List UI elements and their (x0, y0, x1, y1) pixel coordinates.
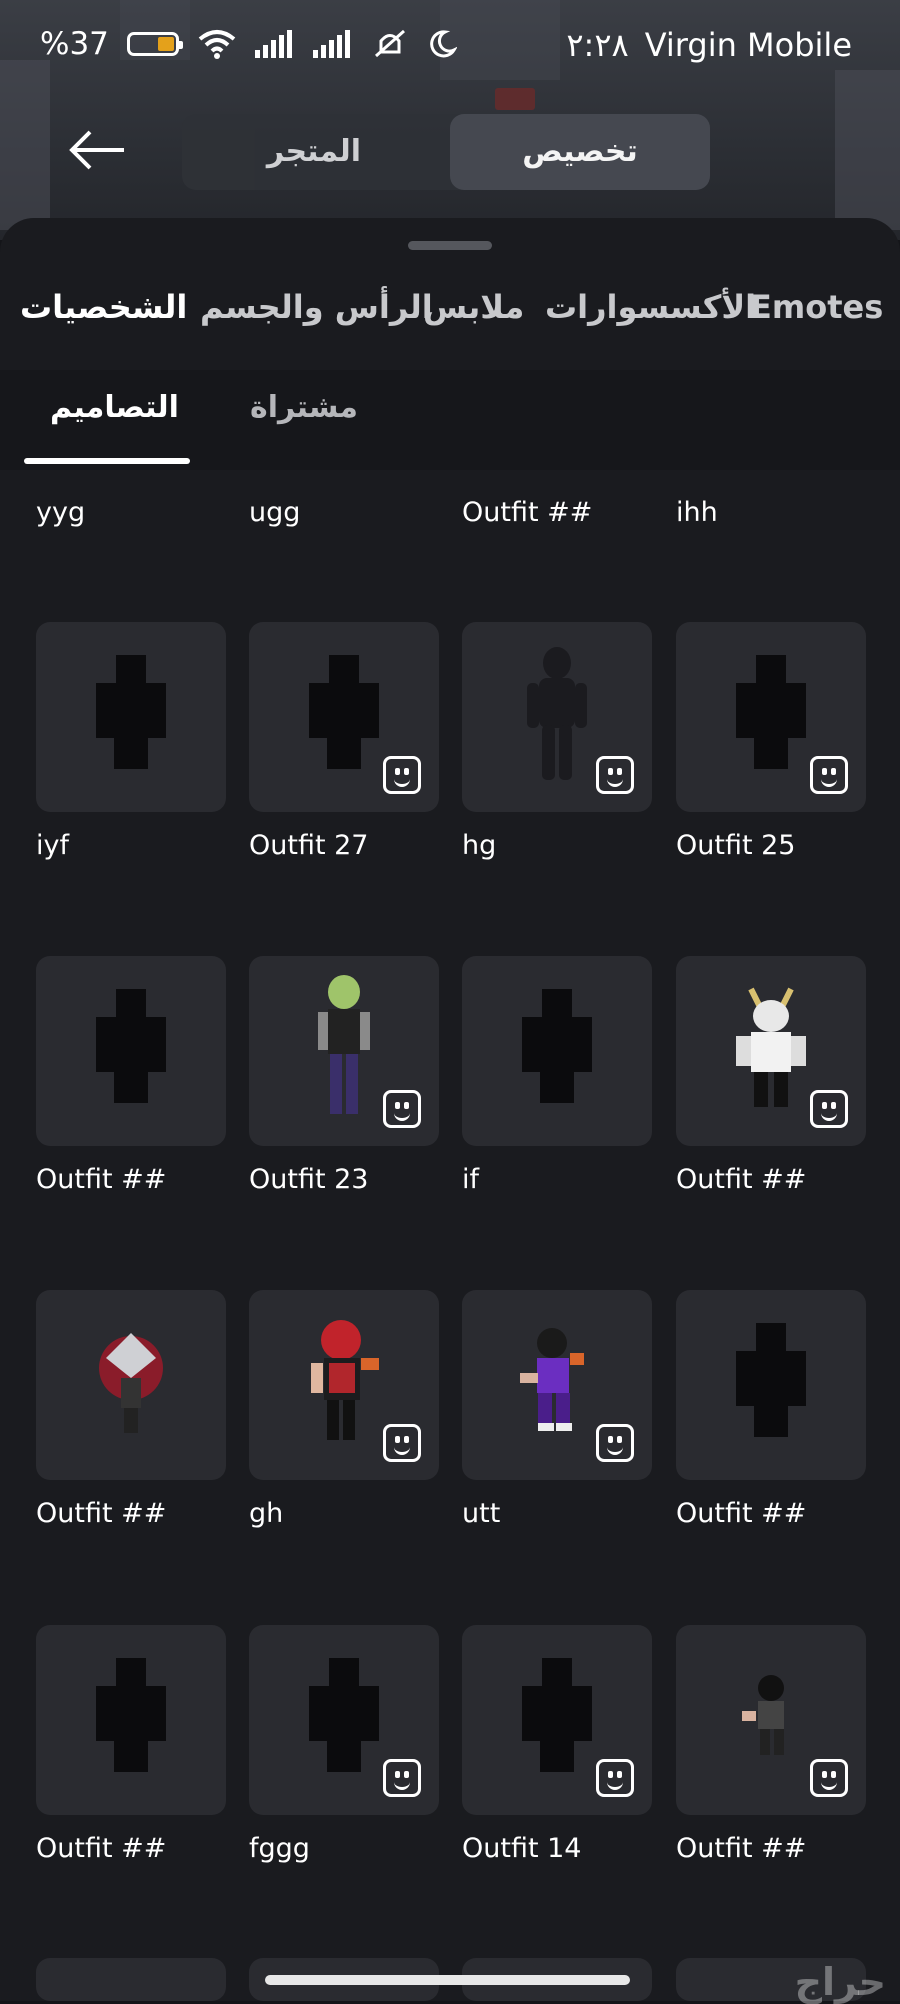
avatar-thumbnail (86, 655, 176, 779)
wifi-icon (198, 30, 236, 59)
avatar-thumbnail (512, 1323, 602, 1447)
status-bar: %37 ٢:٢٨ Virgin Mobile (0, 0, 900, 95)
mute-icon (374, 29, 405, 58)
outfit-name: Outfit ## (676, 1498, 807, 1529)
outfit-name: ugg (249, 497, 301, 528)
category-clothing[interactable]: ملابس (423, 288, 524, 326)
outfit-name: Outfit ## (36, 1498, 167, 1529)
emote-smiley-icon (383, 756, 421, 794)
outfit-card[interactable] (462, 622, 652, 812)
outfit-card[interactable] (36, 622, 226, 812)
outfit-card[interactable] (676, 1290, 866, 1480)
outfit-name: Outfit ## (462, 497, 593, 528)
category-head-body[interactable]: الرأس والجسم (200, 288, 433, 326)
avatar-thumbnail (726, 1323, 816, 1447)
outfit-card[interactable] (249, 1290, 439, 1480)
avatar-thumbnail (736, 1673, 806, 1767)
avatar-thumbnail (512, 1658, 602, 1782)
top-bar: المتجر تخصيص (0, 110, 900, 190)
outfit-name: Outfit 23 (249, 1164, 369, 1195)
category-characters[interactable]: الشخصيات (20, 288, 187, 326)
sub-tabs: التصاميم مشتراة (0, 370, 900, 470)
emote-smiley-icon (810, 756, 848, 794)
avatar-thumbnail (86, 989, 176, 1113)
avatar-thumbnail (314, 974, 374, 1128)
outfit-name: Outfit ## (36, 1833, 167, 1864)
category-emotes[interactable]: Emotes (750, 288, 883, 326)
emote-smiley-icon (596, 1424, 634, 1462)
carrier-name: Virgin Mobile (644, 26, 852, 64)
emote-smiley-icon (383, 1424, 421, 1462)
outfit-card[interactable] (36, 1625, 226, 1815)
emote-smiley-icon (383, 1090, 421, 1128)
outfit-card[interactable] (676, 622, 866, 812)
outfit-card[interactable] (462, 956, 652, 1146)
outfit-name: Outfit ## (36, 1164, 167, 1195)
battery-percent: %37 (40, 26, 109, 62)
home-indicator[interactable] (265, 1975, 630, 1985)
avatar-thumbnail (721, 984, 821, 1118)
outfit-name: iyf (36, 830, 69, 861)
subtab-purchased[interactable]: مشتراة (250, 390, 358, 425)
outfit-card[interactable] (249, 1625, 439, 1815)
active-tab-indicator (24, 458, 190, 464)
outfit-card[interactable] (676, 1625, 866, 1815)
avatar-thumbnail (86, 1328, 176, 1442)
outfit-name: fggg (249, 1833, 310, 1864)
battery-icon (126, 32, 183, 56)
emote-smiley-icon (810, 1090, 848, 1128)
drag-handle[interactable] (408, 241, 492, 250)
subtab-creations[interactable]: التصاميم (50, 390, 179, 425)
back-arrow-icon[interactable] (68, 128, 128, 172)
outfit-name: ihh (676, 497, 718, 528)
outfit-name: Outfit ## (676, 1164, 807, 1195)
outfit-card[interactable] (36, 1290, 226, 1480)
outfit-card[interactable] (462, 1625, 652, 1815)
outfit-card[interactable] (36, 1958, 226, 2001)
mode-toggle: المتجر تخصيص (182, 114, 710, 190)
emote-smiley-icon (596, 1759, 634, 1797)
outfit-name: yyg (36, 497, 86, 528)
emote-smiley-icon (383, 1759, 421, 1797)
outfit-card[interactable] (36, 956, 226, 1146)
category-tabs: Emotes الأكسسوارات ملابس الرأس والجسم ال… (0, 288, 900, 368)
outfit-name: Outfit 25 (676, 830, 796, 861)
clock: ٢:٢٨ (566, 26, 629, 64)
avatar-thumbnail (726, 655, 816, 779)
tab-customize[interactable]: تخصيص (450, 114, 710, 190)
avatar-thumbnail (299, 1658, 389, 1782)
outfit-name: hg (462, 830, 497, 861)
watermark: حراج (794, 1960, 886, 2004)
avatar-thumbnail (522, 645, 592, 789)
outfit-name: utt (462, 1498, 501, 1529)
avatar-thumbnail (512, 989, 602, 1113)
outfit-name: gh (249, 1498, 284, 1529)
outfit-card[interactable] (462, 1290, 652, 1480)
signal-icon-2 (312, 30, 350, 58)
outfit-card[interactable] (249, 622, 439, 812)
outfit-name: Outfit 27 (249, 830, 369, 861)
signal-icon (254, 30, 292, 58)
emote-smiley-icon (810, 1759, 848, 1797)
category-accessories[interactable]: الأكسسوارات (545, 288, 756, 326)
outfit-card[interactable] (676, 956, 866, 1146)
avatar-thumbnail (86, 1658, 176, 1782)
tab-store[interactable]: المتجر (182, 114, 446, 190)
outfit-name: Outfit 14 (462, 1833, 582, 1864)
emote-smiley-icon (596, 756, 634, 794)
outfit-name: Outfit ## (676, 1833, 807, 1864)
avatar-thumbnail (299, 655, 389, 779)
moon-icon (430, 30, 457, 58)
outfit-card[interactable] (249, 956, 439, 1146)
outfit-name: if (462, 1164, 480, 1195)
avatar-thumbnail (299, 1318, 389, 1452)
